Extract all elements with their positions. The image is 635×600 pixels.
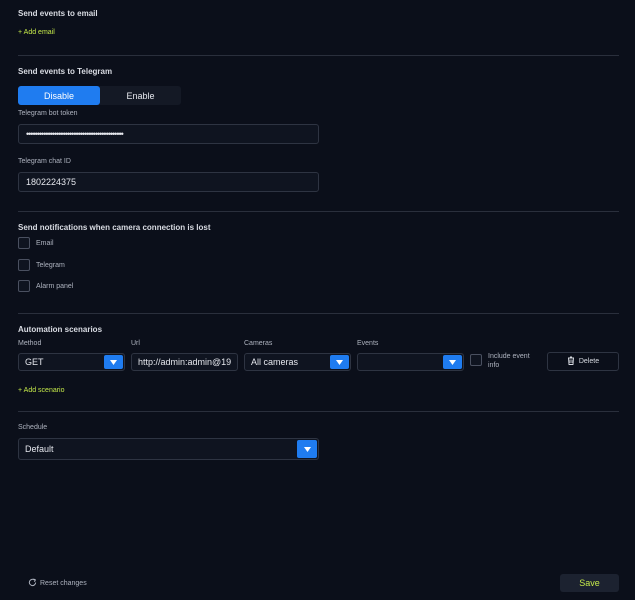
trash-icon — [567, 356, 575, 367]
events-select[interactable] — [357, 353, 464, 371]
schedule-label: Schedule — [18, 424, 48, 431]
alarm-panel-checkbox[interactable] — [18, 280, 30, 292]
method-label: Method — [18, 340, 42, 347]
email-checkbox[interactable] — [18, 237, 30, 249]
url-input[interactable]: http://admin:admin@19 — [131, 353, 238, 371]
reset-changes-label: Reset changes — [40, 580, 87, 587]
bot-token-value: ••••••••••••••••••••••••••••••••••••••••… — [26, 129, 124, 139]
alarm-panel-checkbox-label: Alarm panel — [36, 283, 74, 290]
disable-button[interactable]: Disable — [18, 86, 100, 105]
schedule-select[interactable]: Default — [18, 438, 319, 460]
telegram-checkbox-label: Telegram — [36, 262, 65, 269]
telegram-section-title: Send events to Telegram — [18, 67, 113, 76]
enable-button[interactable]: Enable — [100, 86, 181, 105]
chevron-down-icon — [104, 355, 123, 369]
events-label: Events — [357, 340, 379, 347]
telegram-checkbox[interactable] — [18, 259, 30, 271]
include-event-info-checkbox[interactable] — [470, 354, 482, 366]
divider — [18, 411, 619, 412]
schedule-value: Default — [25, 444, 54, 454]
reset-changes-button[interactable]: Reset changes — [28, 578, 87, 589]
include-event-info-label: Include event info — [488, 353, 530, 369]
delete-label: Delete — [578, 358, 600, 365]
chat-id-value: 1802224375 — [26, 177, 77, 187]
chevron-down-icon — [330, 355, 349, 369]
cameras-value: All cameras — [251, 357, 299, 367]
method-value: GET — [25, 357, 44, 367]
divider — [18, 55, 619, 56]
email-section-title: Send events to email — [18, 9, 98, 18]
divider — [18, 211, 619, 212]
chevron-down-icon — [443, 355, 462, 369]
cameras-select[interactable]: All cameras — [244, 353, 351, 371]
cameras-label: Cameras — [244, 340, 273, 347]
notifications-section-title: Send notifications when camera connectio… — [18, 223, 211, 232]
add-email-link[interactable]: + Add email — [18, 29, 55, 36]
add-scenario-link[interactable]: + Add scenario — [18, 387, 65, 394]
method-select[interactable]: GET — [18, 353, 125, 371]
telegram-toggle: Disable Enable — [18, 86, 181, 105]
automation-section-title: Automation scenarios — [18, 325, 103, 334]
delete-button[interactable]: Delete — [547, 352, 619, 371]
divider — [18, 313, 619, 314]
chevron-down-icon — [297, 440, 317, 458]
chat-id-input[interactable]: 1802224375 — [18, 172, 319, 192]
bot-token-label: Telegram bot token — [18, 110, 78, 117]
bot-token-input[interactable]: ••••••••••••••••••••••••••••••••••••••••… — [18, 124, 319, 144]
refresh-icon — [28, 578, 37, 589]
email-checkbox-label: Email — [36, 240, 54, 247]
url-value: http://admin:admin@19 — [138, 357, 232, 367]
chat-id-label: Telegram chat ID — [18, 158, 71, 165]
url-label: Url — [131, 340, 140, 347]
save-button[interactable]: Save — [560, 574, 619, 592]
